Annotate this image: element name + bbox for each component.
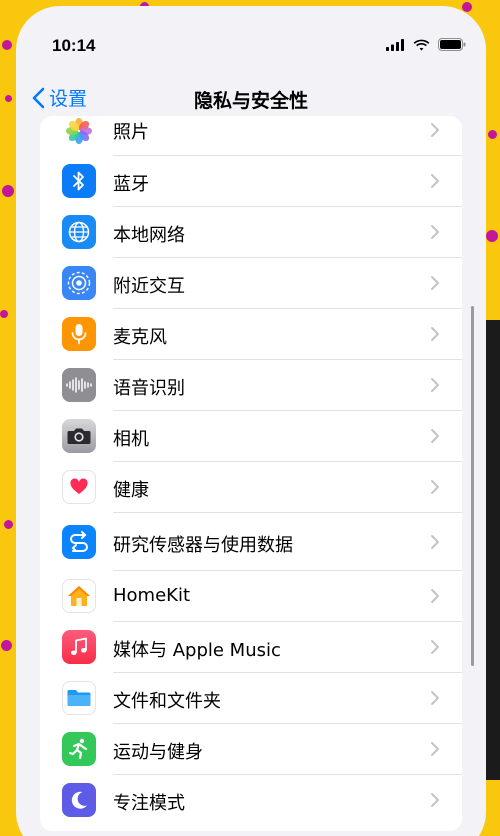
- waveform-icon: [62, 368, 96, 402]
- list-item-local-network[interactable]: 本地网络: [40, 207, 462, 258]
- list-item-label: 运动与健身: [113, 742, 203, 763]
- phone-screen: 10:14 设置 隐私与安全性 照片 蓝牙 本地网络 附近交互 麦克风 语音识别…: [16, 6, 486, 836]
- microphone-icon: [62, 317, 96, 351]
- chevron-right-icon: [431, 225, 439, 239]
- chevron-right-icon: [431, 327, 439, 341]
- fitness-icon: [62, 732, 96, 766]
- list-item-label: 媒体与 Apple Music: [113, 640, 281, 661]
- chevron-right-icon: [431, 793, 439, 807]
- list-item-motion-fitness[interactable]: 运动与健身: [40, 724, 462, 775]
- background-dot: [2, 40, 12, 50]
- home-icon: [62, 579, 96, 613]
- chevron-right-icon: [431, 691, 439, 705]
- list-item-label: 照片: [113, 122, 149, 143]
- list-item-focus[interactable]: 专注模式: [40, 775, 462, 826]
- list-item-bluetooth[interactable]: 蓝牙: [40, 156, 462, 207]
- chevron-right-icon: [431, 742, 439, 756]
- background-dot: [486, 230, 498, 242]
- background-dot: [5, 95, 12, 102]
- heart-icon: [62, 470, 96, 504]
- page-title: 隐私与安全性: [193, 90, 308, 112]
- background-dot: [1, 640, 12, 651]
- chevron-right-icon: [431, 480, 439, 494]
- list-item-label: 语音识别: [113, 378, 185, 399]
- battery-icon: [438, 38, 466, 51]
- chevron-right-icon: [431, 276, 439, 290]
- list-item-photos[interactable]: 照片: [40, 116, 462, 156]
- cellular-signal-icon: [386, 38, 404, 51]
- list-item-media-apple-music[interactable]: 媒体与 Apple Music: [40, 622, 462, 673]
- folder-icon: [62, 681, 96, 715]
- list-item-label: 附近交互: [113, 276, 185, 297]
- list-item-camera[interactable]: 相机: [40, 411, 462, 462]
- list-item-label: 麦克风: [113, 327, 167, 348]
- research-icon: [62, 525, 96, 559]
- bluetooth-icon: [62, 164, 96, 198]
- music-icon: [62, 630, 96, 664]
- background-shape: [484, 320, 500, 780]
- chevron-right-icon: [431, 429, 439, 443]
- chevron-right-icon: [431, 174, 439, 188]
- status-time: 10:14: [52, 36, 96, 55]
- background-dot: [4, 520, 13, 529]
- list-item-label: HomeKit: [113, 585, 191, 606]
- globe-icon: [62, 215, 96, 249]
- list-item-label: 本地网络: [113, 225, 185, 246]
- background-dot: [488, 130, 497, 139]
- list-item-label: 文件和文件夹: [113, 691, 221, 712]
- list-item-files-folders[interactable]: 文件和文件夹: [40, 673, 462, 724]
- chevron-right-icon: [431, 535, 439, 549]
- photos-icon: [62, 116, 96, 148]
- chevron-right-icon: [431, 589, 439, 603]
- list-item-research-sensor-data[interactable]: 研究传感器与使用数据: [40, 513, 462, 571]
- list-item-label: 研究传感器与使用数据: [113, 535, 293, 556]
- list-item-label: 专注模式: [113, 793, 185, 814]
- moon-icon: [62, 783, 96, 817]
- list-item-label: 健康: [113, 480, 149, 501]
- status-bar: 10:14: [16, 6, 486, 76]
- list-item-label: 蓝牙: [113, 174, 149, 195]
- background-dot: [0, 310, 8, 318]
- list-item-nearby-interaction[interactable]: 附近交互: [40, 258, 462, 309]
- wifi-icon: [413, 39, 430, 51]
- scrollbar[interactable]: [471, 306, 474, 666]
- background-dot: [2, 185, 14, 197]
- nearby-interaction-icon: [62, 266, 96, 300]
- privacy-settings-list: 照片 蓝牙 本地网络 附近交互 麦克风 语音识别 相机 健康 研究传感器与使用数…: [40, 116, 462, 831]
- status-icons: [386, 38, 466, 51]
- list-item-speech-recognition[interactable]: 语音识别: [40, 360, 462, 411]
- list-item-homekit[interactable]: HomeKit: [40, 571, 462, 622]
- chevron-right-icon: [431, 640, 439, 654]
- chevron-right-icon: [431, 123, 439, 137]
- list-item-label: 相机: [113, 429, 149, 450]
- list-item-health[interactable]: 健康: [40, 462, 462, 513]
- list-item-microphone[interactable]: 麦克风: [40, 309, 462, 360]
- chevron-right-icon: [431, 378, 439, 392]
- camera-icon: [62, 419, 96, 453]
